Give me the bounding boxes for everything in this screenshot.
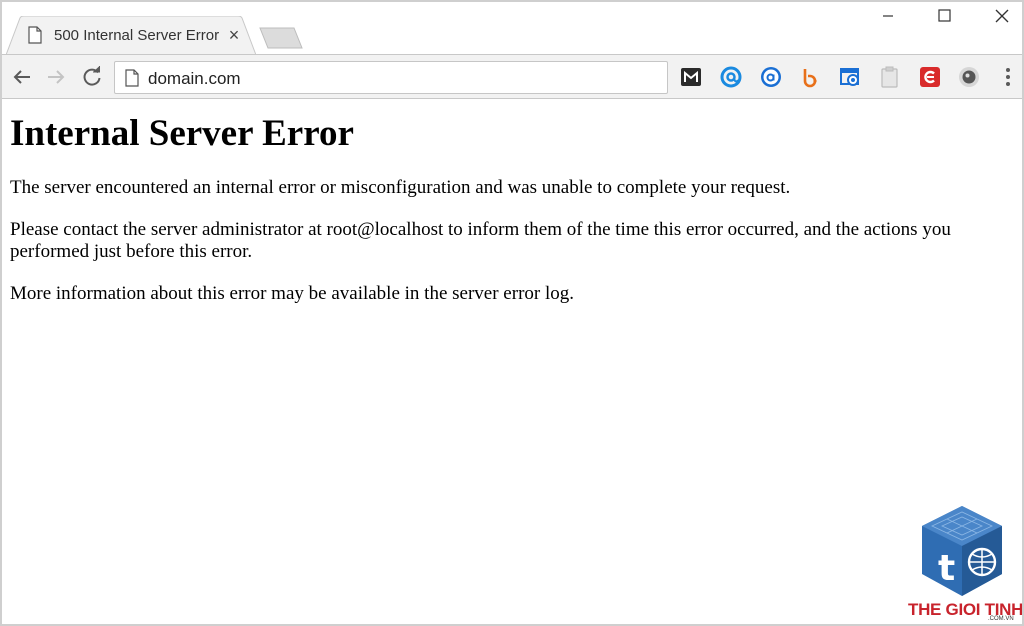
tab-strip: 500 Internal Server Error × [2,2,1022,55]
page-content: Internal Server Error The server encount… [10,100,1014,620]
tab-title: 500 Internal Server Error [54,27,220,44]
b-extension-icon[interactable] [800,66,822,88]
screenshot-extension-icon[interactable] [840,66,862,88]
watermark-domain: .COM.VN [988,616,1014,622]
new-tab-button[interactable] [258,26,304,50]
circle-extension-icon[interactable] [958,66,980,88]
url-text[interactable]: domain.com [148,69,241,89]
maximize-button[interactable] [924,6,964,28]
contact-paragraph: Please contact the server administrator … [10,219,951,262]
browser-window: 500 Internal Server Error × domain.com I… [0,0,1024,626]
reload-icon[interactable] [80,65,104,89]
c-extension-icon[interactable] [919,66,941,88]
clipboard-extension-icon[interactable] [879,66,901,88]
minimize-button[interactable] [868,6,908,28]
m-extension-icon[interactable] [680,66,702,88]
at-sign-extension-icon[interactable] [720,66,742,88]
log-paragraph: More information about this error may be… [10,283,574,304]
back-arrow-icon[interactable] [10,65,34,89]
forward-arrow-icon[interactable] [44,65,68,89]
kebab-menu-icon[interactable] [998,66,1018,88]
page-info-icon[interactable] [125,69,139,87]
a-circle-extension-icon[interactable] [760,66,782,88]
page-heading: Internal Server Error [10,113,354,154]
address-bar[interactable]: domain.com [114,61,668,94]
svg-text:t: t [938,548,955,589]
window-close-button[interactable] [982,6,1022,28]
tab-close-button[interactable]: × [226,26,242,44]
page-icon [28,26,42,44]
browser-toolbar: domain.com [2,54,1022,99]
error-paragraph: The server encountered an internal error… [10,177,791,198]
